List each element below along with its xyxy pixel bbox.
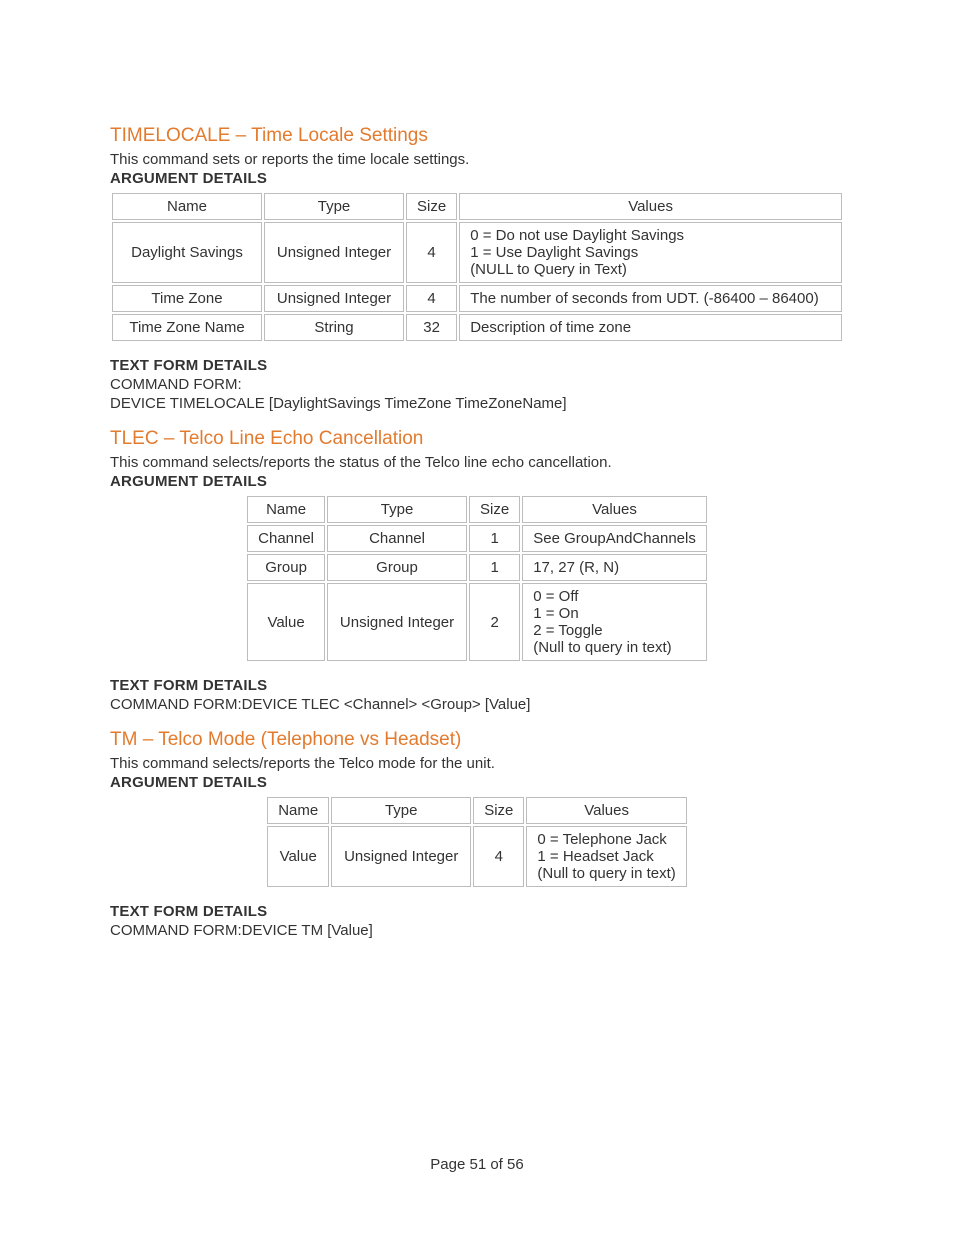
cell-name: Daylight Savings (112, 222, 262, 283)
cell-type: Unsigned Integer (327, 583, 467, 661)
cell-name: Group (247, 554, 325, 581)
table-header-row: Name Type Size Values (247, 496, 707, 523)
cell-type: String (264, 314, 404, 341)
table-row: Daylight Savings Unsigned Integer 4 0 = … (112, 222, 842, 283)
cell-type: Unsigned Integer (331, 826, 471, 887)
cell-type: Unsigned Integer (264, 285, 404, 312)
table-row: Value Unsigned Integer 2 0 = Off1 = On2 … (247, 583, 707, 661)
col-values: Values (526, 797, 686, 824)
table-header-row: Name Type Size Values (112, 193, 842, 220)
command-form-line: COMMAND FORM:DEVICE TLEC <Channel> <Grou… (110, 696, 844, 713)
cell-values: 0 = Do not use Daylight Savings1 = Use D… (459, 222, 842, 283)
table-row: Value Unsigned Integer 4 0 = Telephone J… (267, 826, 687, 887)
section-desc: This command sets or reports the time lo… (110, 151, 844, 168)
cell-values: The number of seconds from UDT. (-86400 … (459, 285, 842, 312)
col-values: Values (459, 193, 842, 220)
col-type: Type (331, 797, 471, 824)
command-form-line: COMMAND FORM:DEVICE TM [Value] (110, 922, 844, 939)
cell-name: Value (267, 826, 329, 887)
table-row: Channel Channel 1 See GroupAndChannels (247, 525, 707, 552)
cell-size: 32 (406, 314, 457, 341)
cell-values: Description of time zone (459, 314, 842, 341)
cell-type: Unsigned Integer (264, 222, 404, 283)
argument-details-label: ARGUMENT DETAILS (110, 170, 844, 187)
argument-details-label: ARGUMENT DETAILS (110, 473, 844, 490)
table-row: Time Zone Name String 32 Description of … (112, 314, 842, 341)
col-name: Name (112, 193, 262, 220)
cell-size: 4 (406, 285, 457, 312)
cell-type: Channel (327, 525, 467, 552)
table-row: Group Group 1 17, 27 (R, N) (247, 554, 707, 581)
text-form-details-label: TEXT FORM DETAILS (110, 357, 844, 374)
section-desc: This command selects/reports the Telco m… (110, 755, 844, 772)
command-form: DEVICE TIMELOCALE [DaylightSavings TimeZ… (110, 395, 844, 412)
table-row: Time Zone Unsigned Integer 4 The number … (112, 285, 842, 312)
section-title-tm: TM – Telco Mode (Telephone vs Headset) (110, 729, 844, 751)
section-title-tlec: TLEC – Telco Line Echo Cancellation (110, 428, 844, 450)
col-size: Size (473, 797, 524, 824)
cell-values: 0 = Off1 = On2 = Toggle(Null to query in… (522, 583, 707, 661)
table-header-row: Name Type Size Values (267, 797, 687, 824)
cell-name: Time Zone Name (112, 314, 262, 341)
argument-details-label: ARGUMENT DETAILS (110, 774, 844, 791)
col-type: Type (327, 496, 467, 523)
cell-size: 4 (473, 826, 524, 887)
col-name: Name (247, 496, 325, 523)
col-values: Values (522, 496, 707, 523)
cell-values: 17, 27 (R, N) (522, 554, 707, 581)
col-size: Size (469, 496, 520, 523)
cell-size: 4 (406, 222, 457, 283)
cell-values: See GroupAndChannels (522, 525, 707, 552)
section-title-timelocale: TIMELOCALE – Time Locale Settings (110, 125, 844, 147)
cell-name: Channel (247, 525, 325, 552)
cell-name: Time Zone (112, 285, 262, 312)
col-name: Name (267, 797, 329, 824)
cell-values: 0 = Telephone Jack1 = Headset Jack(Null … (526, 826, 686, 887)
argument-table-tm: Name Type Size Values Value Unsigned Int… (265, 795, 689, 889)
col-size: Size (406, 193, 457, 220)
section-desc: This command selects/reports the status … (110, 454, 844, 471)
argument-table-tlec: Name Type Size Values Channel Channel 1 … (245, 494, 709, 663)
col-type: Type (264, 193, 404, 220)
cell-size: 1 (469, 554, 520, 581)
cell-type: Group (327, 554, 467, 581)
command-form-label: COMMAND FORM: (110, 376, 844, 393)
text-form-details-label: TEXT FORM DETAILS (110, 903, 844, 920)
text-form-details-label: TEXT FORM DETAILS (110, 677, 844, 694)
page-footer: Page 51 of 56 (0, 1156, 954, 1173)
cell-name: Value (247, 583, 325, 661)
argument-table-timelocale: Name Type Size Values Daylight Savings U… (110, 191, 844, 343)
cell-size: 2 (469, 583, 520, 661)
cell-size: 1 (469, 525, 520, 552)
